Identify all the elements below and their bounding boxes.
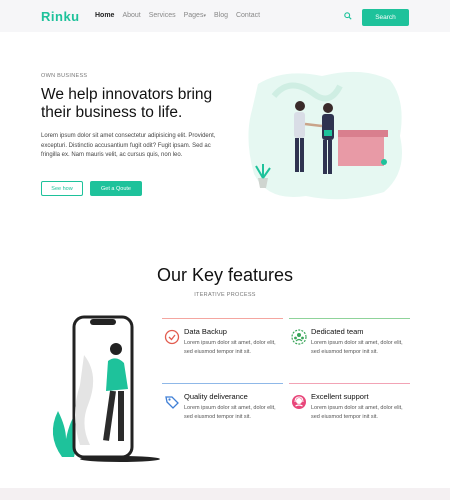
team-icon — [291, 329, 307, 345]
phone-woman-illustration — [52, 315, 160, 462]
business-handshake-illustration — [248, 71, 402, 200]
feature-card-dedicated-team[interactable]: Dedicated team Lorem ipsum dolor sit ame… — [289, 318, 410, 373]
nav-contact[interactable]: Contact — [236, 12, 260, 19]
feature-card-excellent-support[interactable]: Excellent support Lorem ipsum dolor sit … — [289, 383, 410, 438]
features-subtitle: ITERATIVE PROCESS — [194, 292, 256, 298]
main-menu: Home About Services Pages▾ Blog Contact — [95, 12, 260, 19]
feature-title: Quality deliverance — [184, 392, 248, 401]
brand-logo[interactable]: Rinku — [41, 9, 80, 24]
caret-down-icon: ▾ — [203, 13, 206, 19]
feature-title: Dedicated team — [311, 327, 364, 336]
feature-card-quality-deliverance[interactable]: Quality deliverance Lorem ipsum dolor si… — [162, 383, 283, 438]
support-headset-icon — [292, 395, 306, 409]
get-quote-button[interactable]: Get a Qoute — [90, 181, 142, 196]
nav-about[interactable]: About — [122, 12, 140, 19]
features-title: Our Key features — [156, 265, 294, 285]
hero-title: We help innovators bring their business … — [41, 86, 213, 121]
search-button[interactable]: Search — [362, 9, 409, 26]
feature-title: Excellent support — [311, 392, 369, 401]
nav-pages-label: Pages — [183, 12, 204, 19]
quality-tag-icon — [165, 396, 179, 409]
footer-band — [0, 488, 450, 500]
top-navbar: Rinku Home About Services Pages▾ Blog Co… — [0, 0, 450, 32]
nav-blog[interactable]: Blog — [214, 12, 228, 19]
see-how-button[interactable]: See how — [41, 181, 83, 196]
hero-text: Lorem ipsum dolor sit amet consectetur a… — [41, 133, 216, 158]
hero-eyebrow: OWN BUSINESS — [41, 73, 88, 79]
search-icon[interactable] — [344, 12, 352, 20]
feature-card-data-backup[interactable]: Data Backup Lorem ipsum dolor sit amet, … — [162, 318, 283, 373]
nav-services[interactable]: Services — [149, 12, 176, 19]
nav-pages[interactable]: Pages▾ — [184, 12, 206, 19]
nav-home[interactable]: Home — [95, 12, 114, 19]
feature-text: Lorem ipsum dolor sit amet, dolor elit, … — [311, 405, 403, 420]
feature-title: Data Backup — [184, 327, 227, 336]
feature-text: Lorem ipsum dolor sit amet, dolor elit, … — [311, 340, 403, 355]
data-backup-icon — [164, 329, 180, 345]
feature-text: Lorem ipsum dolor sit amet, dolor elit, … — [184, 405, 276, 420]
feature-text: Lorem ipsum dolor sit amet, dolor elit, … — [184, 340, 276, 355]
